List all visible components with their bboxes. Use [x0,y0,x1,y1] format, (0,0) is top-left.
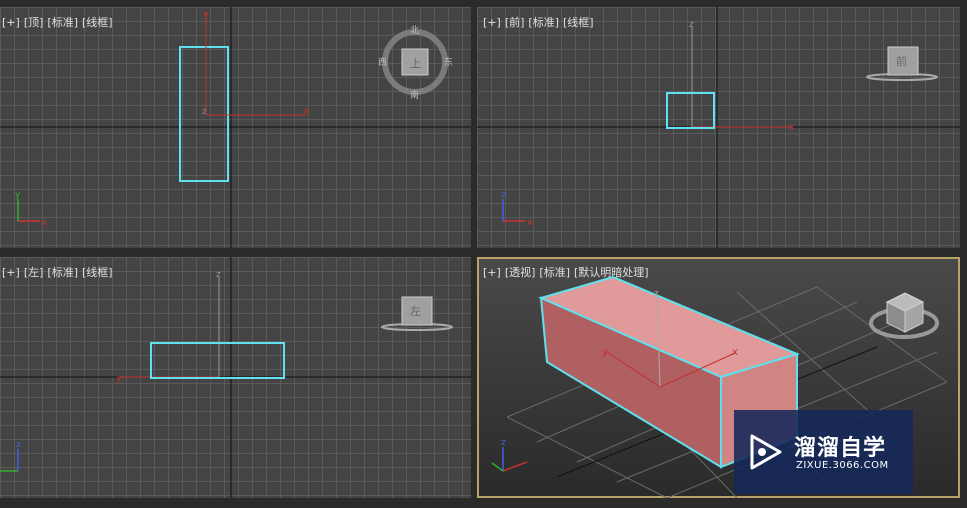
viewcube-compass-icon: 上 北 南 东 西 [378,25,453,101]
viewcube-left-icon: 左 [381,296,453,331]
viewport-front[interactable]: [+] [前] [标准] [线框] x z x z 前 [477,7,960,248]
svg-text:z: z [654,289,659,299]
svg-text:z: z [501,438,506,448]
watermark-url: ZIXUE.3066.COM [796,460,889,471]
watermark-title: 溜溜自学 [794,436,887,461]
svg-text:前: 前 [896,54,907,68]
box-outline-left [150,342,285,379]
play-logo-icon [750,434,782,470]
axis-y-label: y [203,9,209,20]
svg-text:左: 左 [410,305,421,318]
svg-text:z: z [16,440,21,450]
svg-text:北: 北 [410,25,419,36]
svg-text:x: x [732,347,738,358]
axis-tripod-icon: x z [501,190,533,228]
axis-tripod-icon: z [491,438,528,472]
viewcube-perspective-icon [869,292,939,339]
svg-text:z: z [501,190,506,200]
svg-text:z: z [216,270,221,280]
svg-text:x: x [42,218,48,228]
axis-tripod-icon: x y [15,190,48,228]
svg-text:x: x [789,122,795,133]
box-outline-front [666,92,715,129]
svg-text:z: z [202,107,207,117]
axis-x-label: x [303,106,309,117]
svg-text:东: 东 [444,56,453,68]
top-view-canvas: x y z x y 上 北 南 东 西 [0,7,471,248]
svg-text:y: y [602,347,608,358]
left-view-canvas: y z z 左 [0,257,471,498]
viewport-left[interactable]: [+] [左] [标准] [线框] y z z 左 [0,257,471,498]
front-view-canvas: x z x z 前 [477,7,960,248]
svg-text:z: z [689,20,694,30]
watermark-badge: 溜溜自学 ZIXUE.3066.COM [734,410,913,494]
svg-text:y: y [116,373,122,384]
svg-text:x: x [527,218,533,228]
axis-tripod-icon: z [0,440,21,472]
svg-text:y: y [15,190,21,200]
svg-text:西: 西 [378,57,387,68]
svg-text:上: 上 [410,57,421,70]
viewport-top[interactable]: [+] [顶] [标准] [线框] x y z x y 上 北 南 东 西 [0,7,471,248]
viewcube-front-icon: 前 [866,46,938,81]
svg-text:南: 南 [410,89,419,101]
